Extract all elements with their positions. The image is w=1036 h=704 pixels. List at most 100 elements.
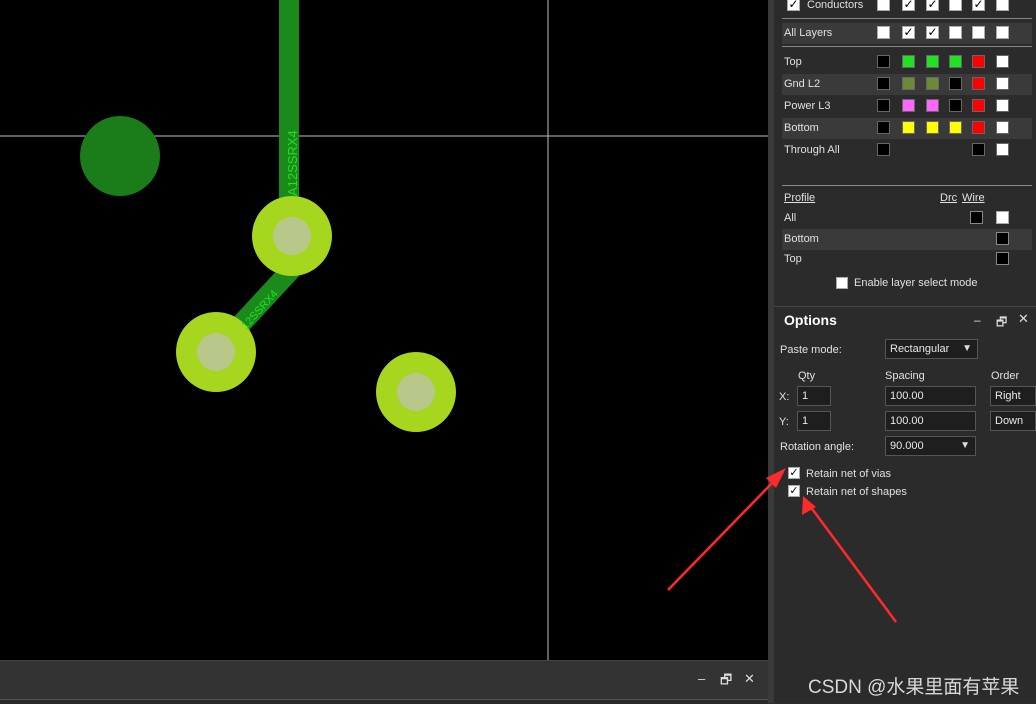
x-qty-input[interactable]: 1 xyxy=(797,386,831,406)
layer-color-swatch[interactable] xyxy=(902,55,915,68)
bottom-dock-bar: – 🗗 ✕ xyxy=(0,660,768,704)
layer-name: Bottom xyxy=(784,122,819,134)
chevron-down-icon: ▼ xyxy=(962,343,972,354)
options-minimize-button[interactable]: – xyxy=(974,313,981,327)
y-qty-input[interactable]: 1 xyxy=(797,411,831,431)
profile-header[interactable]: Profile xyxy=(784,192,815,204)
x-label: X: xyxy=(779,391,790,403)
profile-all-wire[interactable] xyxy=(996,211,1009,224)
all-layers-col4[interactable] xyxy=(949,26,962,39)
layer-color-swatch[interactable] xyxy=(972,77,985,90)
y-label: Y: xyxy=(779,416,789,428)
bottom-minimize-button[interactable]: – xyxy=(698,671,705,686)
layer-row: Through All xyxy=(782,140,1032,161)
qty-header: Qty xyxy=(798,370,816,382)
all-layers-col2[interactable]: ✓ xyxy=(902,26,915,39)
options-close-button[interactable]: ✕ xyxy=(1018,311,1029,327)
layer-color-swatch[interactable] xyxy=(949,99,962,112)
profile-row-all: All xyxy=(782,208,1032,229)
track-label-vertical: A12SSRX4 xyxy=(285,130,300,196)
order-header: Order xyxy=(991,370,1020,382)
right-panel: ✓ Conductors ✓ ✓ ✓ All Layers ✓ ✓ Top Gnd… xyxy=(774,0,1036,703)
x-order-dropdown[interactable]: Right xyxy=(990,386,1036,406)
profile-top-wire[interactable] xyxy=(996,252,1009,265)
layer-name: Through All xyxy=(784,144,840,156)
layer-color-swatch[interactable] xyxy=(877,55,890,68)
layer-color-swatch[interactable] xyxy=(972,143,985,156)
layer-color-swatch[interactable] xyxy=(877,77,890,90)
profile-row-top: Top xyxy=(782,249,1032,270)
layer-color-swatch[interactable] xyxy=(996,143,1009,156)
layer-color-swatch[interactable] xyxy=(972,99,985,112)
pcb-drawing: A12SSRX4 12SSRX4 xyxy=(0,0,768,660)
rotation-angle-dropdown[interactable]: 90.000 ▼ xyxy=(885,436,976,456)
layer-color-swatch[interactable] xyxy=(877,99,890,112)
options-header: Options – 🗗 ✕ xyxy=(774,306,1036,333)
layer-color-swatch[interactable] xyxy=(902,77,915,90)
all-layers-col1[interactable] xyxy=(877,26,890,39)
layer-color-swatch[interactable] xyxy=(996,55,1009,68)
all-layers-col5[interactable] xyxy=(972,26,985,39)
pcb-canvas[interactable]: A12SSRX4 12SSRX4 xyxy=(0,0,768,660)
layer-color-swatch[interactable] xyxy=(926,55,939,68)
retain-shapes-checkbox[interactable]: ✓ xyxy=(788,485,800,497)
layer-color-swatch[interactable] xyxy=(902,121,915,134)
layer-color-swatch[interactable] xyxy=(926,77,939,90)
all-layers-col6[interactable] xyxy=(996,26,1009,39)
x-spacing-input[interactable]: 100.00 xyxy=(885,386,976,406)
layer-color-swatch[interactable] xyxy=(902,99,915,112)
y-spacing-input[interactable]: 100.00 xyxy=(885,411,976,431)
layer-color-swatch[interactable] xyxy=(996,121,1009,134)
enable-layer-select-checkbox[interactable] xyxy=(836,277,848,289)
bottom-restore-button[interactable]: 🗗 xyxy=(720,671,732,693)
conductors-label: Conductors xyxy=(807,0,864,11)
conductors-checkbox[interactable]: ✓ xyxy=(787,0,800,11)
profile-header-row: Profile Drc Wire xyxy=(782,188,1032,209)
layer-row: Bottom xyxy=(782,118,1032,139)
conductors-col1[interactable] xyxy=(877,0,890,11)
conductors-row: ✓ Conductors ✓ ✓ ✓ xyxy=(782,0,1032,16)
bottom-close-button[interactable]: ✕ xyxy=(744,671,755,687)
layer-color-swatch[interactable] xyxy=(926,121,939,134)
layer-color-swatch[interactable] xyxy=(972,121,985,134)
all-layers-col3[interactable]: ✓ xyxy=(926,26,939,39)
large-pad xyxy=(80,116,160,196)
layer-color-swatch[interactable] xyxy=(996,99,1009,112)
separator xyxy=(782,46,1032,47)
layer-color-swatch[interactable] xyxy=(949,55,962,68)
bottom-dock-header xyxy=(0,661,768,700)
profile-bottom-label: Bottom xyxy=(784,233,819,245)
layer-color-swatch[interactable] xyxy=(949,77,962,90)
retain-vias-label: Retain net of vias xyxy=(806,468,891,480)
conductors-col6[interactable] xyxy=(996,0,1009,11)
paste-mode-dropdown[interactable]: Rectangular ▼ xyxy=(885,339,978,359)
spacing-header: Spacing xyxy=(885,370,925,382)
profile-all-drc[interactable] xyxy=(970,211,983,224)
via-1-hole xyxy=(273,217,311,255)
via-3-hole xyxy=(397,373,435,411)
conductors-col5[interactable]: ✓ xyxy=(972,0,985,11)
layer-color-swatch[interactable] xyxy=(949,121,962,134)
layer-color-swatch[interactable] xyxy=(877,143,890,156)
paste-mode-value: Rectangular xyxy=(890,343,950,355)
watermark: CSDN @水果里面有苹果 xyxy=(808,677,1020,698)
retain-vias-checkbox[interactable]: ✓ xyxy=(788,467,800,479)
layer-color-swatch[interactable] xyxy=(877,121,890,134)
options-title: Options xyxy=(784,312,837,328)
layer-name: Gnd L2 xyxy=(784,78,821,90)
conductors-col3[interactable]: ✓ xyxy=(926,0,939,11)
conductors-col4[interactable] xyxy=(949,0,962,11)
paste-mode-label: Paste mode: xyxy=(780,344,842,356)
drc-header[interactable]: Drc xyxy=(940,192,957,204)
conductors-col2[interactable]: ✓ xyxy=(902,0,915,11)
retain-shapes-label: Retain net of shapes xyxy=(806,486,907,498)
layer-color-swatch[interactable] xyxy=(926,99,939,112)
y-order-dropdown[interactable]: Down xyxy=(990,411,1036,431)
wire-header[interactable]: Wire xyxy=(962,192,985,204)
options-restore-button[interactable]: 🗗 xyxy=(996,313,1007,334)
layer-color-swatch[interactable] xyxy=(996,77,1009,90)
rotation-angle-value: 90.000 xyxy=(890,440,924,452)
profile-bottom-wire[interactable] xyxy=(996,232,1009,245)
layer-color-swatch[interactable] xyxy=(972,55,985,68)
layer-row: Power L3 xyxy=(782,96,1032,117)
